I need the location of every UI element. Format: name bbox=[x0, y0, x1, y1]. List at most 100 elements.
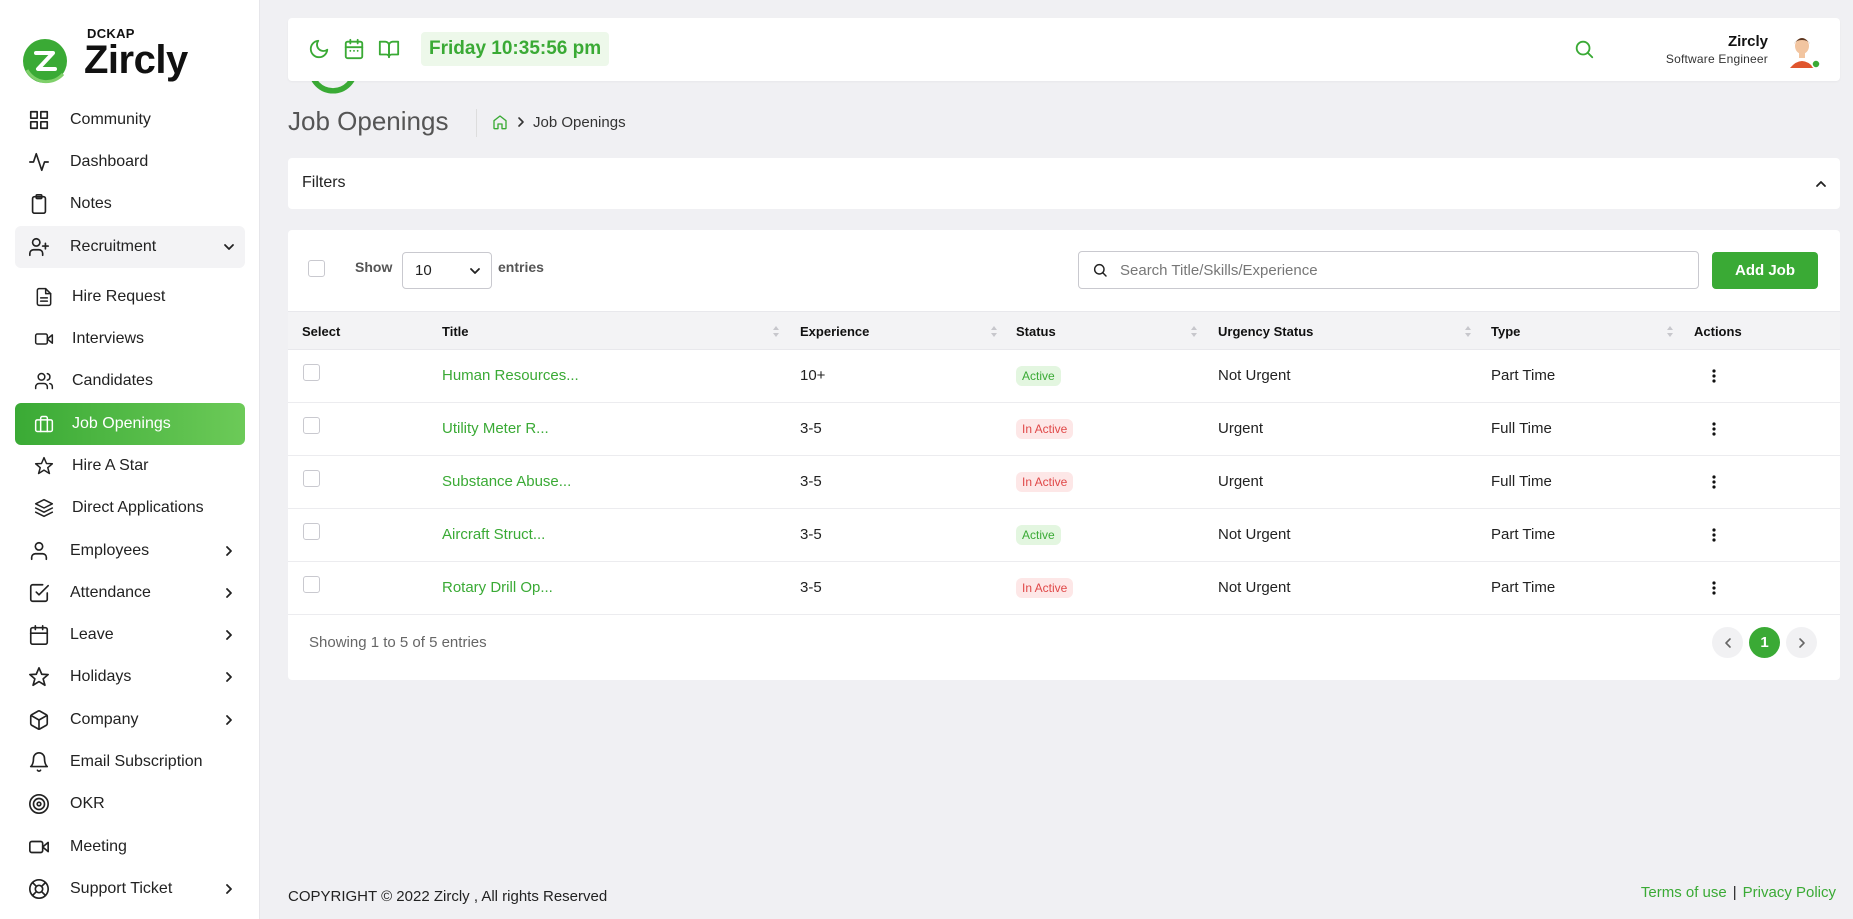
sidebar-item-okr[interactable]: OKR bbox=[15, 783, 245, 825]
sidebar-item-label: Email Subscription bbox=[70, 753, 203, 770]
sidebar-item-meeting[interactable]: Meeting bbox=[15, 826, 245, 868]
more-vertical-icon[interactable] bbox=[1711, 580, 1717, 596]
sort-icon[interactable] bbox=[990, 325, 998, 338]
sidebar-item-employees[interactable]: Employees bbox=[15, 530, 245, 572]
job-title-link[interactable]: Human Resources... bbox=[442, 367, 579, 384]
search-icon bbox=[1093, 263, 1107, 277]
header-type[interactable]: Type bbox=[1491, 324, 1520, 339]
sort-icon[interactable] bbox=[1464, 325, 1472, 338]
header-status[interactable]: Status bbox=[1016, 324, 1056, 339]
status-badge: In Active bbox=[1016, 472, 1074, 492]
table-row: Substance Abuse... 3-5 In Active Urgent Full… bbox=[288, 456, 1840, 509]
chevron-up-icon[interactable] bbox=[1814, 177, 1828, 191]
row-checkbox[interactable] bbox=[303, 523, 320, 540]
urgency-cell: Urgent bbox=[1218, 473, 1264, 490]
status-badge: Active bbox=[1016, 525, 1061, 545]
sort-icon[interactable] bbox=[772, 325, 780, 338]
sidebar-item-company[interactable]: Company bbox=[15, 699, 245, 741]
privacy-link[interactable]: Privacy Policy bbox=[1743, 884, 1836, 901]
sidebar-item-notes[interactable]: Notes bbox=[15, 183, 245, 225]
page-title: Job Openings bbox=[288, 106, 449, 136]
header-title[interactable]: Title bbox=[442, 324, 469, 339]
sidebar-item-label: Meeting bbox=[70, 838, 127, 855]
entries-select[interactable]: 10 bbox=[402, 252, 492, 289]
sidebar-item-label: Attendance bbox=[70, 584, 151, 601]
job-title-link[interactable]: Rotary Drill Op... bbox=[442, 579, 553, 596]
add-job-button[interactable]: Add Job bbox=[1712, 252, 1818, 289]
target-icon bbox=[29, 794, 49, 814]
more-vertical-icon[interactable] bbox=[1711, 527, 1717, 543]
pagination-prev-button[interactable] bbox=[1712, 627, 1743, 658]
sidebar-item-hire-a-star[interactable]: Hire A Star bbox=[15, 445, 245, 487]
sort-icon[interactable] bbox=[1666, 325, 1674, 338]
search-input[interactable] bbox=[1120, 261, 1680, 279]
book-open-icon[interactable] bbox=[378, 38, 400, 60]
header-select: Select bbox=[302, 324, 341, 339]
copyright-text: COPYRIGHT © 2022 Zircly , All rights Res… bbox=[288, 888, 608, 905]
sidebar-item-attendance[interactable]: Attendance bbox=[15, 572, 245, 614]
more-vertical-icon[interactable] bbox=[1711, 474, 1717, 490]
job-openings-table-card: Show 10 entries Add Job Select Title Exp… bbox=[288, 230, 1840, 680]
check-square-icon bbox=[29, 583, 49, 603]
users-icon bbox=[34, 372, 54, 390]
select-all-checkbox[interactable] bbox=[308, 260, 325, 277]
user-name[interactable]: Zircly bbox=[1728, 33, 1768, 50]
sidebar-item-candidates[interactable]: Candidates bbox=[15, 360, 245, 402]
pagination-page-button[interactable]: 1 bbox=[1749, 627, 1780, 658]
terms-link[interactable]: Terms of use bbox=[1641, 884, 1727, 901]
sidebar-item-interviews[interactable]: Interviews bbox=[15, 318, 245, 360]
header-actions: Actions bbox=[1694, 324, 1742, 339]
sidebar-item-label: Job Openings bbox=[72, 415, 171, 432]
filters-panel[interactable]: Filters bbox=[288, 158, 1840, 209]
chevron-right-icon bbox=[226, 672, 232, 682]
clipboard-icon bbox=[31, 194, 47, 214]
layers-icon bbox=[34, 498, 54, 518]
row-checkbox[interactable] bbox=[303, 364, 320, 381]
chevron-down-icon bbox=[470, 268, 480, 274]
sidebar-item-support-ticket[interactable]: Support Ticket bbox=[15, 868, 245, 910]
table-row: Utility Meter R... 3-5 In Active Urgent Full… bbox=[288, 403, 1840, 456]
header-urgency-status[interactable]: Urgency Status bbox=[1218, 324, 1313, 339]
sidebar-item-direct-applications[interactable]: Direct Applications bbox=[15, 487, 245, 529]
chevron-right-icon bbox=[226, 546, 232, 556]
sidebar-item-hire-request[interactable]: Hire Request bbox=[15, 276, 245, 318]
sidebar-item-label: Interviews bbox=[72, 330, 145, 347]
sidebar-item-community[interactable]: Community bbox=[15, 99, 245, 141]
sidebar-item-dashboard[interactable]: Dashboard bbox=[15, 141, 245, 183]
job-title-link[interactable]: Aircraft Struct... bbox=[442, 526, 545, 543]
filters-label: Filters bbox=[302, 174, 346, 191]
moon-icon[interactable] bbox=[308, 38, 330, 60]
user-icon bbox=[30, 541, 48, 561]
clock-display: Friday 10:35:56 pm bbox=[421, 32, 610, 66]
sort-icon[interactable] bbox=[1190, 325, 1198, 338]
status-badge: In Active bbox=[1016, 419, 1074, 439]
search-icon[interactable] bbox=[1573, 38, 1595, 60]
calendar-icon[interactable] bbox=[343, 38, 365, 60]
row-checkbox[interactable] bbox=[303, 576, 320, 593]
job-title-link[interactable]: Utility Meter R... bbox=[442, 420, 549, 437]
more-vertical-icon[interactable] bbox=[1711, 421, 1717, 437]
sidebar-item-holidays[interactable]: Holidays bbox=[15, 656, 245, 698]
urgency-cell: Not Urgent bbox=[1218, 526, 1291, 543]
urgency-cell: Urgent bbox=[1218, 420, 1264, 437]
grid-icon bbox=[29, 110, 49, 130]
table-row: Human Resources... 10+ Active Not Urgent Par… bbox=[288, 350, 1840, 403]
sidebar-item-label: Candidates bbox=[72, 372, 153, 389]
row-checkbox[interactable] bbox=[303, 470, 320, 487]
header-experience[interactable]: Experience bbox=[800, 324, 869, 339]
sidebar-item-leave[interactable]: Leave bbox=[15, 614, 245, 656]
sidebar-item-job-openings[interactable]: Job Openings bbox=[15, 403, 245, 445]
sidebar-item-label: Recruitment bbox=[70, 238, 157, 255]
avatar[interactable] bbox=[1782, 30, 1822, 70]
sidebar-item-label: Hire A Star bbox=[72, 457, 149, 474]
sidebar-item-email-subscription[interactable]: Email Subscription bbox=[15, 741, 245, 783]
more-vertical-icon[interactable] bbox=[1711, 368, 1717, 384]
pagination-next-button[interactable] bbox=[1786, 627, 1817, 658]
home-icon[interactable] bbox=[492, 114, 508, 130]
briefcase-icon bbox=[34, 415, 54, 433]
row-checkbox[interactable] bbox=[303, 417, 320, 434]
job-title-link[interactable]: Substance Abuse... bbox=[442, 473, 571, 490]
sidebar-item-recruitment[interactable]: Recruitment bbox=[15, 226, 245, 268]
search-field[interactable] bbox=[1078, 251, 1699, 289]
sidebar-item-label: Leave bbox=[70, 626, 114, 643]
